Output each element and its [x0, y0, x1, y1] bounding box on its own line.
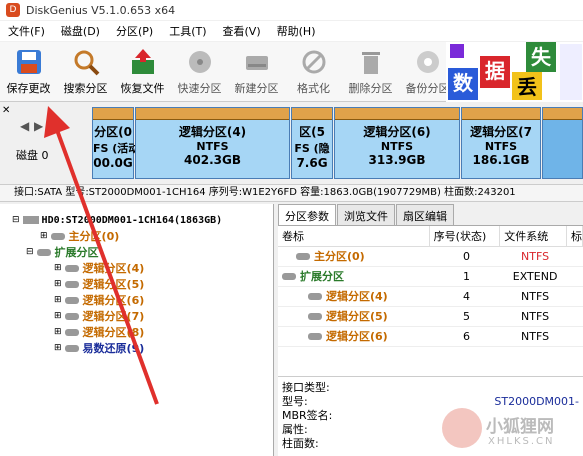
red-arrow-annotation — [44, 106, 159, 405]
fox-icon — [442, 408, 482, 448]
watermark-logo: 小狐狸网 XHLKS.CN — [440, 404, 583, 456]
